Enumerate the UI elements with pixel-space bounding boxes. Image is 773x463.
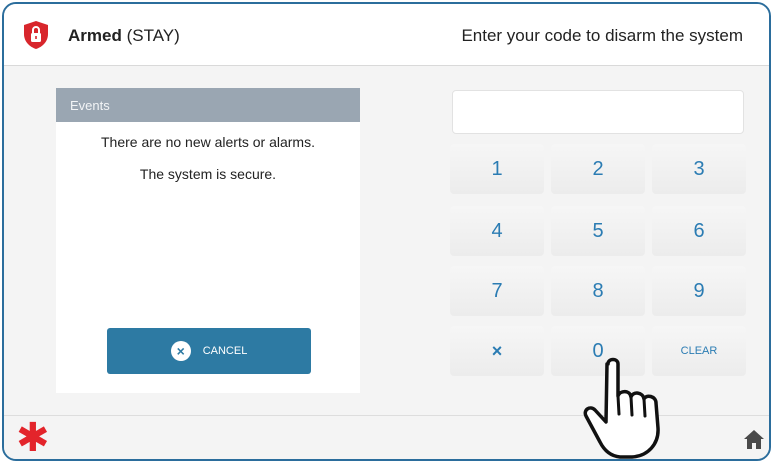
key-2[interactable]: 2: [551, 144, 645, 194]
events-title: Events: [56, 88, 360, 122]
key-8[interactable]: 8: [551, 266, 645, 316]
close-icon: ×: [170, 341, 191, 361]
key-7[interactable]: 7: [450, 266, 544, 316]
code-input[interactable]: [452, 90, 744, 134]
arm-status-state: Armed: [68, 26, 122, 45]
arm-status: Armed (STAY): [68, 26, 180, 46]
hand-pointer-icon: [583, 357, 660, 459]
events-message-alerts: There are no new alerts or alarms.: [101, 134, 315, 150]
header-bar: Armed (STAY) Enter your code to disarm t…: [4, 4, 769, 66]
key-1[interactable]: 1: [450, 144, 544, 194]
key-3[interactable]: 3: [652, 144, 746, 194]
disarm-prompt: Enter your code to disarm the system: [461, 26, 743, 45]
asterisk-icon[interactable]: ✱: [16, 418, 50, 458]
key-4[interactable]: 4: [450, 206, 544, 256]
events-message-secure: The system is secure.: [139, 166, 277, 182]
backspace-key[interactable]: ×: [450, 326, 544, 376]
key-9[interactable]: 9: [652, 266, 746, 316]
cancel-button-label: CANCEL: [202, 345, 248, 357]
arm-status-mode: (STAY): [126, 26, 180, 45]
panel-frame: Armed (STAY) Enter your code to disarm t…: [2, 2, 771, 461]
key-5[interactable]: 5: [551, 206, 645, 256]
home-icon[interactable]: [743, 428, 765, 450]
shield-lock-icon: [24, 21, 48, 49]
events-panel: Events There are no new alerts or alarms…: [56, 88, 360, 393]
key-6[interactable]: 6: [652, 206, 746, 256]
keypad: 1 2 3 4 5 6 7 8 9 × 0 CLEAR: [450, 144, 746, 380]
cancel-button[interactable]: × CANCEL: [107, 328, 311, 374]
